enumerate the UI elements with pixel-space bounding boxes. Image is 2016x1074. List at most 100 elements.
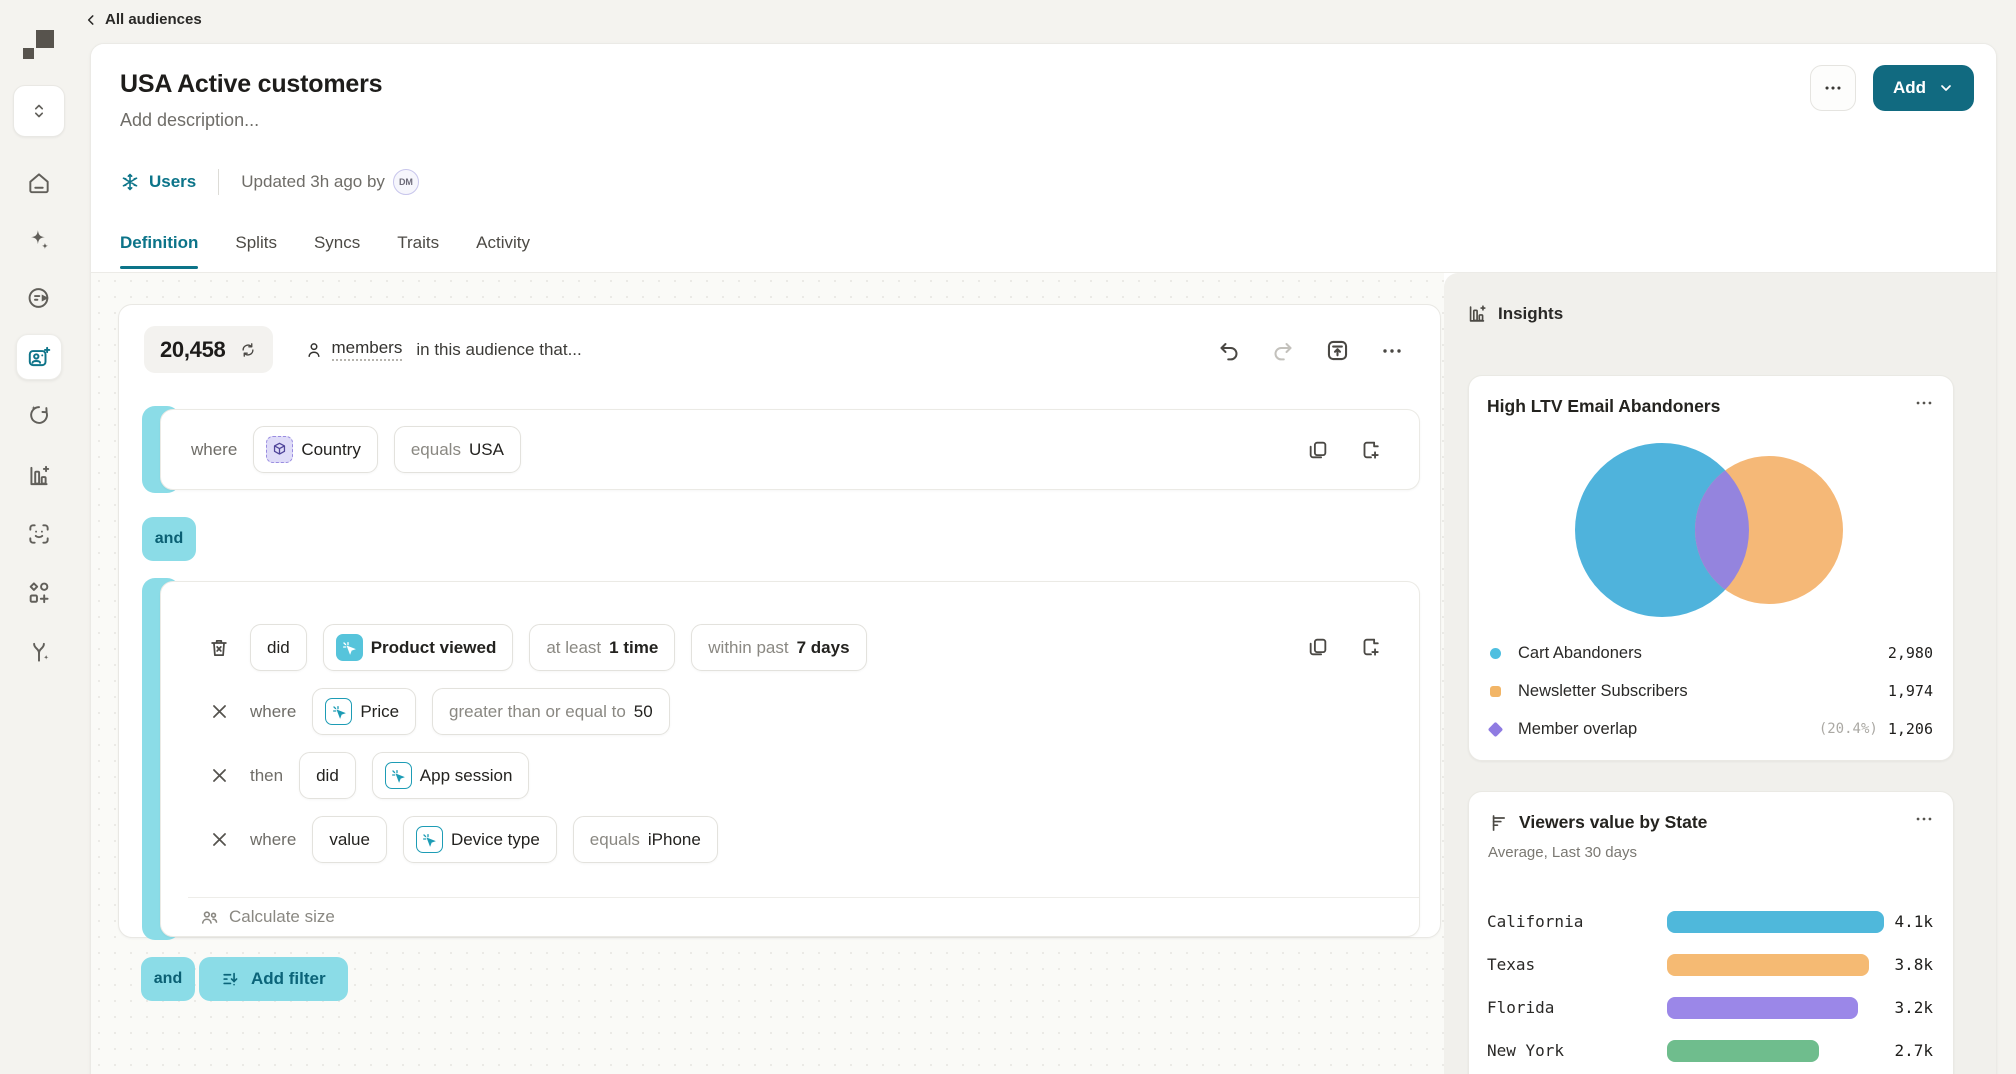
delete-row-button[interactable] xyxy=(208,637,230,659)
and-connector-1[interactable]: and xyxy=(142,517,196,561)
operator-value-pill[interactable]: greater than or equal to 50 xyxy=(432,688,670,735)
time-window-pill[interactable]: within past 7 days xyxy=(691,624,866,671)
legend-marker-square xyxy=(1490,686,1501,697)
card-menu-button[interactable] xyxy=(1913,392,1935,414)
bars-card-subtitle: Average, Last 30 days xyxy=(1488,844,1637,861)
shapes-plus-icon xyxy=(26,580,52,606)
remove-subfilter-button[interactable] xyxy=(208,830,230,849)
copy-add-icon[interactable] xyxy=(1359,439,1381,461)
members-link[interactable]: members xyxy=(332,338,403,361)
operator-label: equals xyxy=(590,830,640,850)
bar-row: Florida 3.2k xyxy=(1469,986,1953,1029)
entity-type-link[interactable]: Users xyxy=(120,172,196,192)
sidebar-item-sync[interactable] xyxy=(25,401,53,429)
app-logo[interactable] xyxy=(23,29,59,60)
frequency-value: 1 time xyxy=(609,638,658,658)
bar-label: Texas xyxy=(1487,955,1535,974)
sidebar-item-journeys[interactable] xyxy=(25,638,53,666)
sidebar-item-ai[interactable] xyxy=(25,226,53,254)
audience-suffix: in this audience that... xyxy=(416,340,581,360)
tab-syncs[interactable]: Syncs xyxy=(314,233,360,269)
subfilter-row: then did App session xyxy=(161,752,1419,799)
event-name: Product viewed xyxy=(371,638,497,658)
legend-value: 2,980 xyxy=(1888,644,1933,662)
workspace-switcher-button[interactable] xyxy=(13,85,65,137)
trash-icon xyxy=(208,637,230,659)
add-filter-button[interactable]: Add filter xyxy=(199,957,348,1001)
frequency-pill[interactable]: at least 1 time xyxy=(529,624,675,671)
tab-splits[interactable]: Splits xyxy=(235,233,277,269)
bar xyxy=(1667,1040,1819,1062)
add-button-label: Add xyxy=(1893,78,1926,98)
operator-value-pill[interactable]: equals iPhone xyxy=(573,816,718,863)
tab-activity[interactable]: Activity xyxy=(476,233,530,269)
bar-chart-plus-icon xyxy=(1466,303,1488,325)
property-pill-price[interactable]: Price xyxy=(312,688,416,735)
and-connector-2[interactable]: and xyxy=(141,957,195,1001)
did-pill[interactable]: did xyxy=(299,752,356,799)
member-count-pill[interactable]: 20,458 xyxy=(144,326,273,373)
legend-label: Cart Abandoners xyxy=(1518,644,1642,663)
more-icon[interactable] xyxy=(1380,339,1404,363)
operator-value-pill[interactable]: equals USA xyxy=(394,426,521,473)
operator-label: equals xyxy=(411,440,461,460)
add-button[interactable]: Add xyxy=(1873,65,1974,111)
property-pill-device-type[interactable]: Device type xyxy=(403,816,557,863)
undo-icon[interactable] xyxy=(1217,339,1241,363)
bar-label: Florida xyxy=(1487,998,1554,1017)
bar-value: 3.8k xyxy=(1894,955,1933,974)
legend-marker-diamond xyxy=(1488,721,1504,737)
bar-value: 3.2k xyxy=(1894,998,1933,1017)
property-label: Country xyxy=(301,440,361,460)
value-label: iPhone xyxy=(648,830,701,850)
sidebar-item-audiences-active[interactable] xyxy=(16,334,62,380)
value-label: USA xyxy=(469,440,504,460)
redo-icon[interactable] xyxy=(1271,339,1295,363)
description-placeholder[interactable]: Add description... xyxy=(120,110,259,131)
page-title: USA Active customers xyxy=(120,70,382,99)
insight-card-bars: Viewers value by State Average, Last 30 … xyxy=(1468,791,1954,1074)
duplicate-icon[interactable] xyxy=(1307,439,1329,461)
bar-chart: California 4.1k Texas 3.8k Florida 3.2k xyxy=(1469,900,1953,1072)
breadcrumb[interactable]: All audiences xyxy=(84,11,202,28)
tab-traits[interactable]: Traits xyxy=(397,233,439,269)
home-icon xyxy=(26,170,52,196)
row-actions xyxy=(1307,636,1381,658)
operator-label: greater than or equal to xyxy=(449,702,626,722)
sidebar-item-apps[interactable] xyxy=(25,579,53,607)
bar-chart-plus-icon xyxy=(26,463,52,489)
chevron-left-icon xyxy=(84,13,98,27)
face-arrow-icon xyxy=(26,285,52,311)
logo-square-small xyxy=(23,48,34,59)
keyword-where: where xyxy=(191,440,237,460)
header-more-button[interactable] xyxy=(1810,65,1856,111)
chevron-down-icon xyxy=(1938,80,1954,96)
flow-split-icon xyxy=(26,639,52,665)
event-pill-product-viewed[interactable]: Product viewed xyxy=(323,624,514,671)
duplicate-icon[interactable] xyxy=(1307,636,1329,658)
event-pill-app-session[interactable]: App session xyxy=(372,752,530,799)
content-area: 20,458 members in this audience that... xyxy=(91,273,1996,1074)
avatar[interactable]: DM xyxy=(393,169,419,195)
header-actions: Add xyxy=(1810,65,1974,111)
sidebar-item-sources[interactable] xyxy=(25,284,53,312)
qualifier-label: value xyxy=(329,830,370,850)
did-pill[interactable]: did xyxy=(250,624,307,671)
sidebar-item-analytics[interactable] xyxy=(25,462,53,490)
did-label: did xyxy=(267,638,290,658)
sidebar-item-identity[interactable] xyxy=(25,520,53,548)
tab-definition[interactable]: Definition xyxy=(120,233,198,269)
sparkle-icon xyxy=(26,227,52,253)
legend-row: Cart Abandoners 2,980 xyxy=(1469,634,1953,672)
calculate-size-button[interactable]: Calculate size xyxy=(161,898,1419,936)
remove-subfilter-button[interactable] xyxy=(208,702,230,721)
remove-subfilter-button[interactable] xyxy=(208,766,230,785)
save-template-icon[interactable] xyxy=(1325,338,1350,363)
close-icon xyxy=(210,830,229,849)
qualifier-pill[interactable]: value xyxy=(312,816,387,863)
sidebar-item-home[interactable] xyxy=(25,169,53,197)
query-header: 20,458 members in this audience that... xyxy=(144,326,582,373)
property-pill-country[interactable]: Country xyxy=(253,426,378,473)
copy-add-icon[interactable] xyxy=(1359,636,1381,658)
card-menu-button[interactable] xyxy=(1913,808,1935,830)
